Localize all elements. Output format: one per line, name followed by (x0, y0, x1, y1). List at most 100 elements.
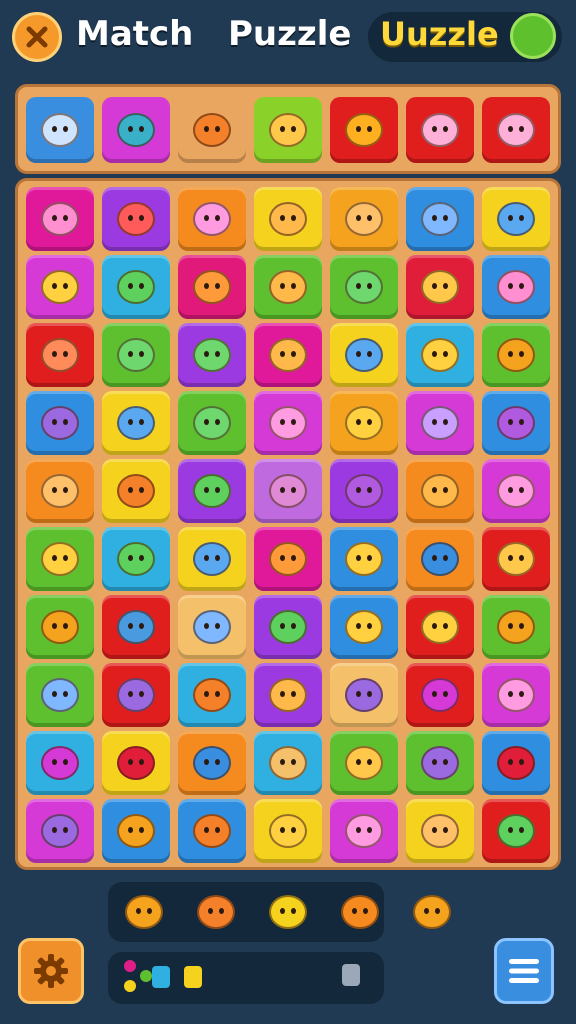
board-tile[interactable] (482, 391, 550, 455)
board-tile[interactable] (254, 255, 322, 319)
board-tile[interactable] (102, 799, 170, 863)
board-tile[interactable] (330, 799, 398, 863)
board-tile[interactable] (482, 187, 550, 251)
collected-item[interactable] (268, 892, 308, 932)
board-tile[interactable] (102, 391, 170, 455)
sticks-icon (41, 814, 79, 848)
board-tile[interactable] (406, 663, 474, 727)
board-tile[interactable] (406, 799, 474, 863)
board-tile[interactable] (330, 187, 398, 251)
board-tile[interactable] (482, 459, 550, 523)
board-tile[interactable] (178, 799, 246, 863)
board-tile[interactable] (330, 527, 398, 591)
board-tile[interactable] (330, 663, 398, 727)
tray-slot[interactable] (406, 97, 474, 163)
board-tile[interactable] (482, 799, 550, 863)
board-tile[interactable] (406, 255, 474, 319)
board-tile[interactable] (26, 663, 94, 727)
collected-item[interactable] (340, 892, 380, 932)
settings-button[interactable] (18, 938, 84, 1004)
board-tile[interactable] (26, 595, 94, 659)
board-tile[interactable] (178, 527, 246, 591)
board-tile[interactable] (406, 391, 474, 455)
board-tile[interactable] (254, 527, 322, 591)
board-tile[interactable] (254, 323, 322, 387)
board-tile[interactable] (482, 323, 550, 387)
board-tile[interactable] (178, 187, 246, 251)
board-tile[interactable] (330, 255, 398, 319)
pig-icon (193, 202, 231, 236)
board-tile[interactable] (26, 255, 94, 319)
tray-slot[interactable] (102, 97, 170, 163)
chick-icon (269, 113, 307, 147)
board-tile[interactable] (178, 255, 246, 319)
snail-icon (41, 746, 79, 780)
frog-icon (117, 270, 155, 304)
bunny-icon (421, 202, 459, 236)
tray-slot[interactable] (26, 97, 94, 163)
board-tile[interactable] (102, 663, 170, 727)
board-tile[interactable] (330, 595, 398, 659)
board-tile[interactable] (254, 799, 322, 863)
board-tile[interactable] (330, 391, 398, 455)
collected-item[interactable] (196, 892, 236, 932)
board-tile[interactable] (102, 255, 170, 319)
board-tile[interactable] (482, 663, 550, 727)
board-tile[interactable] (26, 323, 94, 387)
board-tile[interactable] (26, 799, 94, 863)
owl-icon (497, 202, 535, 236)
board-tile[interactable] (102, 323, 170, 387)
board-tile[interactable] (482, 731, 550, 795)
board-tile[interactable] (102, 187, 170, 251)
board-tile[interactable] (330, 323, 398, 387)
menu-button[interactable] (494, 938, 554, 1004)
board-tile[interactable] (178, 391, 246, 455)
cat-icon (41, 406, 79, 440)
tray-slot[interactable] (330, 97, 398, 163)
board-tile[interactable] (26, 731, 94, 795)
board-tile[interactable] (254, 187, 322, 251)
board-tile[interactable] (178, 731, 246, 795)
board-tile[interactable] (102, 527, 170, 591)
tray-slot[interactable] (254, 97, 322, 163)
board-tile[interactable] (102, 731, 170, 795)
board-tile[interactable] (26, 527, 94, 591)
board-tile[interactable] (254, 731, 322, 795)
board-tile[interactable] (482, 595, 550, 659)
board-tile[interactable] (406, 527, 474, 591)
board-tile[interactable] (26, 187, 94, 251)
board-tile[interactable] (178, 663, 246, 727)
close-x-icon (26, 26, 48, 48)
board-tile[interactable] (482, 527, 550, 591)
board-tile[interactable] (482, 255, 550, 319)
collected-item[interactable] (124, 892, 164, 932)
tray-slot[interactable] (482, 97, 550, 163)
collected-item[interactable] (412, 892, 452, 932)
board-tile[interactable] (102, 595, 170, 659)
pepper-icon (269, 610, 307, 644)
board-tile[interactable] (102, 459, 170, 523)
board-tile[interactable] (406, 459, 474, 523)
board-tile[interactable] (26, 459, 94, 523)
shell-icon (117, 678, 155, 712)
board-tile[interactable] (406, 187, 474, 251)
snail-icon (269, 474, 307, 508)
board-tile[interactable] (254, 459, 322, 523)
board-tile[interactable] (330, 731, 398, 795)
green-blob-icon[interactable] (510, 13, 556, 59)
close-button[interactable] (12, 12, 62, 62)
tray-slot[interactable] (178, 97, 246, 163)
board-tile[interactable] (254, 391, 322, 455)
cat-icon (41, 678, 79, 712)
board-tile[interactable] (254, 663, 322, 727)
board-tile[interactable] (406, 595, 474, 659)
board-tile[interactable] (178, 323, 246, 387)
board-tile[interactable] (406, 323, 474, 387)
gear-icon (34, 954, 68, 988)
board-tile[interactable] (330, 459, 398, 523)
board-tile[interactable] (254, 595, 322, 659)
board-tile[interactable] (406, 731, 474, 795)
board-tile[interactable] (178, 595, 246, 659)
board-tile[interactable] (26, 391, 94, 455)
board-tile[interactable] (178, 459, 246, 523)
